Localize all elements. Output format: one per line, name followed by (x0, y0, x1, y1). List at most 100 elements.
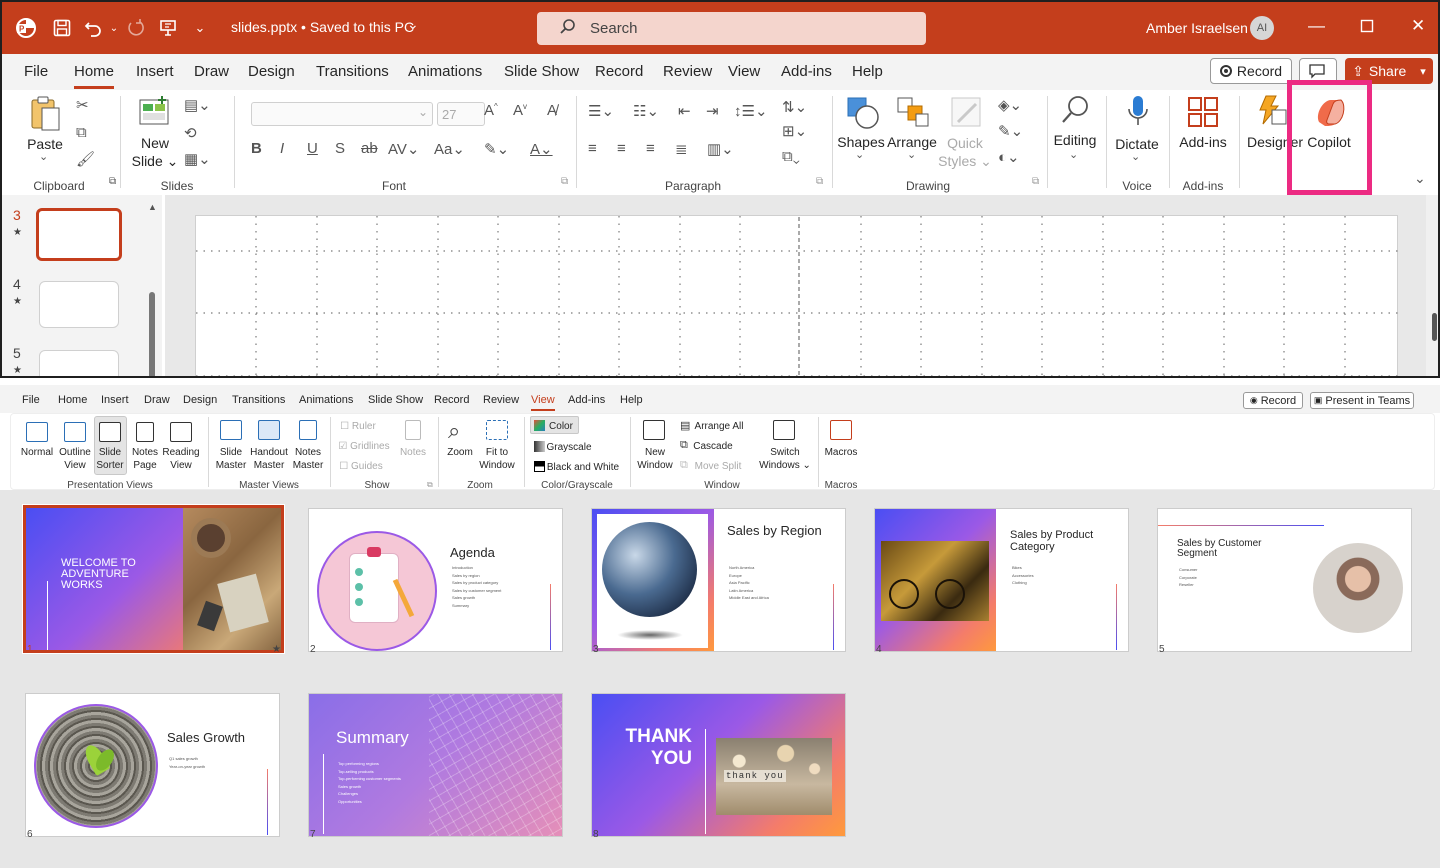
shape-outline-icon[interactable]: ✎⌄ (998, 122, 1023, 140)
slide-thumbnail-3[interactable] (36, 208, 122, 261)
tab-record[interactable]: Record (434, 394, 469, 406)
slide-canvas[interactable] (195, 215, 1399, 376)
gridlines-checkbox[interactable]: ☑ Gridlines (338, 440, 389, 453)
slide-thumbnail-5[interactable] (39, 350, 119, 376)
font-name-combobox[interactable]: ⌄ (251, 102, 433, 126)
user-name[interactable]: Amber Israelsen (1146, 20, 1248, 36)
grayscale-button[interactable]: Grayscale (546, 441, 591, 454)
shapes-dropdown-icon[interactable]: ⌄ (855, 148, 864, 161)
file-name[interactable]: slides.pptx • Saved to this PC (231, 19, 414, 35)
new-window-icon[interactable] (643, 420, 665, 440)
handout-master-icon[interactable] (258, 420, 280, 440)
slide-2[interactable]: Agenda Introduction Sales by region Sale… (308, 508, 563, 652)
shadow-icon[interactable]: S (335, 140, 345, 157)
columns-icon[interactable]: ▥⌄ (707, 140, 734, 158)
tab-add-ins[interactable]: Add-ins (781, 63, 832, 80)
layout-icon[interactable]: ▤⌄ (184, 96, 211, 114)
macros-button[interactable]: Macros (825, 446, 858, 459)
cut-icon[interactable]: ✂ (76, 96, 89, 114)
tab-file[interactable]: File (22, 394, 40, 406)
slide-7[interactable]: Summary Top performing regions Top-selli… (308, 693, 563, 837)
tab-animations[interactable]: Animations (299, 394, 353, 406)
tab-design[interactable]: Design (183, 394, 217, 406)
align-text-icon[interactable]: ⊞⌄ (782, 122, 807, 140)
tab-view[interactable]: View (531, 394, 555, 411)
tab-transitions[interactable]: Transitions (316, 63, 389, 80)
scrollbar-thumb[interactable] (1432, 313, 1437, 341)
tab-slide-show[interactable]: Slide Show (504, 63, 579, 80)
align-center-icon[interactable]: ≡ (617, 140, 626, 157)
zoom-button[interactable]: Zoom (447, 446, 473, 459)
slide-1[interactable]: WELCOME TO ADVENTURE WORKS (22, 504, 285, 654)
slide-8[interactable]: THANK YOU thank you (591, 693, 846, 837)
convert-smartart-icon[interactable]: ⧉⌄ (782, 148, 800, 165)
fit-to-window-icon[interactable] (486, 420, 508, 440)
outline-view-icon[interactable] (64, 422, 86, 442)
format-painter-icon[interactable]: 🖌 (76, 150, 95, 168)
vertical-scrollbar[interactable] (1426, 195, 1438, 376)
strikethrough-icon[interactable]: ab (361, 140, 378, 157)
tab-review[interactable]: Review (483, 394, 519, 406)
tab-slide-show[interactable]: Slide Show (368, 394, 423, 406)
quick-styles-icon[interactable] (950, 96, 984, 135)
notes-icon[interactable] (405, 420, 421, 440)
undo-dropdown-icon[interactable]: ⌄ (102, 16, 126, 40)
shapes-icon[interactable] (846, 96, 880, 135)
copy-icon[interactable]: ⧉ (76, 124, 87, 141)
slide-4[interactable]: Sales by Product Category Bikes Accessor… (874, 508, 1129, 652)
text-direction-icon[interactable]: ⇅⌄ (782, 98, 807, 116)
slide-3[interactable]: Sales by Region North America Europe Asi… (591, 508, 846, 652)
normal-button[interactable]: Normal (21, 446, 53, 459)
designer-icon[interactable] (1256, 94, 1288, 133)
slide-thumbnail-4[interactable] (39, 281, 119, 328)
line-spacing-icon[interactable]: ↕☰⌄ (734, 102, 768, 120)
handout-master-button[interactable]: Handout Master (250, 446, 288, 472)
ruler-checkbox[interactable]: ☐ Ruler (340, 420, 376, 433)
slide-6[interactable]: Sales Growth Q1 sales growth Year-on-yea… (25, 693, 280, 837)
shape-fill-icon[interactable]: ◈⌄ (998, 96, 1022, 114)
present-in-teams-button[interactable]: ▣ Present in Teams (1310, 392, 1414, 409)
tab-transitions[interactable]: Transitions (232, 394, 285, 406)
drawing-launcher-icon[interactable]: ⧉ (1032, 176, 1039, 187)
tab-draw[interactable]: Draw (144, 394, 170, 406)
show-launcher-icon[interactable]: ⧉ (427, 480, 433, 490)
tab-view[interactable]: View (728, 63, 760, 80)
tab-animations[interactable]: Animations (408, 63, 482, 80)
tab-home[interactable]: Home (74, 63, 115, 89)
new-window-button[interactable]: New Window (637, 446, 673, 472)
record-button[interactable]: ◉ Record (1243, 392, 1303, 409)
editing-dropdown-icon[interactable]: ⌄ (1069, 148, 1078, 161)
font-color-icon[interactable]: A⌄ (530, 140, 553, 158)
font-launcher-icon[interactable]: ⧉ (561, 176, 568, 187)
reset-icon[interactable]: ⟲ (184, 124, 197, 142)
zoom-icon[interactable]: ⌕ (448, 418, 460, 444)
arrange-all-button[interactable]: Arrange All (695, 420, 744, 433)
black-and-white-button[interactable]: Black and White (547, 461, 619, 474)
decrease-indent-icon[interactable]: ⇤ (678, 102, 691, 120)
section-icon[interactable]: ▦⌄ (184, 150, 211, 168)
paste-dropdown-icon[interactable]: ⌄ (39, 150, 48, 163)
add-ins-button[interactable]: Add-ins (1179, 134, 1226, 150)
align-left-icon[interactable]: ≡ (588, 140, 597, 157)
tab-help[interactable]: Help (852, 63, 883, 80)
arrange-dropdown-icon[interactable]: ⌄ (907, 148, 916, 161)
outline-view-button[interactable]: Outline View (59, 446, 91, 472)
slide-master-button[interactable]: Slide Master (216, 446, 247, 472)
redo-icon[interactable] (124, 16, 148, 40)
highlight-icon[interactable]: ✎⌄ (484, 140, 509, 158)
microphone-icon[interactable] (1125, 94, 1151, 135)
quick-styles-button[interactable]: Quick Styles ⌄ (938, 134, 992, 170)
underline-icon[interactable]: U (307, 140, 318, 157)
tab-design[interactable]: Design (248, 63, 295, 80)
cascade-button[interactable]: Cascade (693, 440, 732, 453)
collapse-ribbon-icon[interactable]: ⌄ (1414, 170, 1426, 187)
tab-draw[interactable]: Draw (194, 63, 229, 80)
bold-icon[interactable]: B (251, 140, 262, 157)
tab-record[interactable]: Record (595, 63, 643, 80)
new-slide-button[interactable]: New Slide ⌄ (132, 134, 179, 170)
new-slide-icon[interactable] (138, 96, 172, 133)
editing-button[interactable]: Editing (1054, 132, 1097, 148)
record-button[interactable]: Record (1210, 58, 1292, 84)
slide-sorter-icon[interactable] (99, 422, 121, 442)
slide-master-icon[interactable] (220, 420, 242, 440)
